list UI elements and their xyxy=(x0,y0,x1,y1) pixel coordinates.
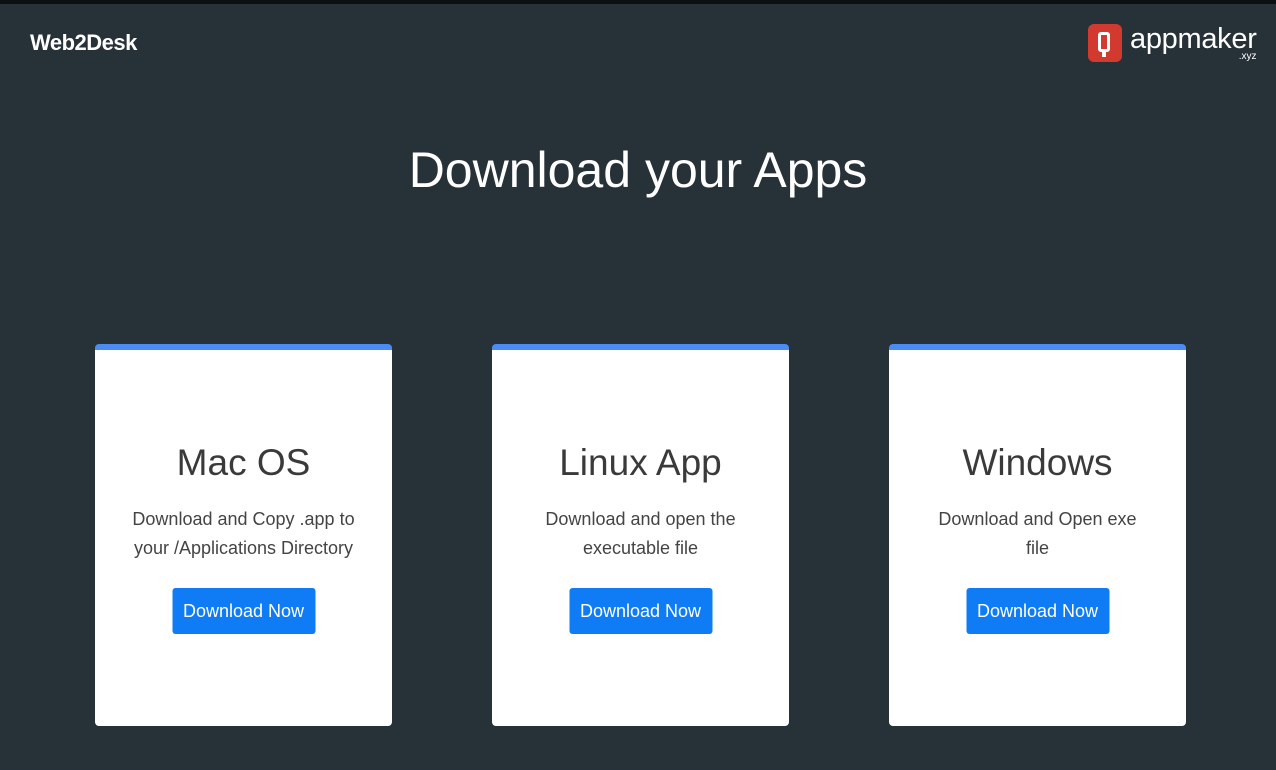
appmaker-tld: .xyz xyxy=(1238,51,1257,62)
linux-download-button[interactable]: Download Now xyxy=(569,588,712,634)
card-description: Download and open the executable file xyxy=(545,509,736,558)
card-title: Windows xyxy=(962,442,1113,483)
card-title: Mac OS xyxy=(176,442,311,483)
brand-logo-link[interactable]: Web2Desk xyxy=(30,30,137,56)
top-border xyxy=(0,0,1276,4)
appmaker-logo-icon xyxy=(1088,24,1122,62)
card-description: Download and Copy .app to your /Applicat… xyxy=(132,509,355,558)
windows-download-button[interactable]: Download Now xyxy=(966,588,1109,634)
appmaker-name: appmaker xyxy=(1130,23,1257,55)
card-description: Download and Open exe file xyxy=(938,509,1137,558)
page-title: Download your Apps xyxy=(408,142,868,198)
windows-card: Windows Download and Open exe file Downl… xyxy=(889,344,1186,726)
appmaker-wordmark: appmaker .xyz xyxy=(1130,22,1257,66)
card-title: Linux App xyxy=(559,442,722,483)
mac-os-card: Mac OS Download and Copy .app to your /A… xyxy=(95,344,392,726)
linux-app-card: Linux App Download and open the executab… xyxy=(492,344,789,726)
appmaker-logo-link[interactable]: appmaker .xyz xyxy=(1088,22,1258,66)
mac-download-button[interactable]: Download Now xyxy=(172,588,315,634)
